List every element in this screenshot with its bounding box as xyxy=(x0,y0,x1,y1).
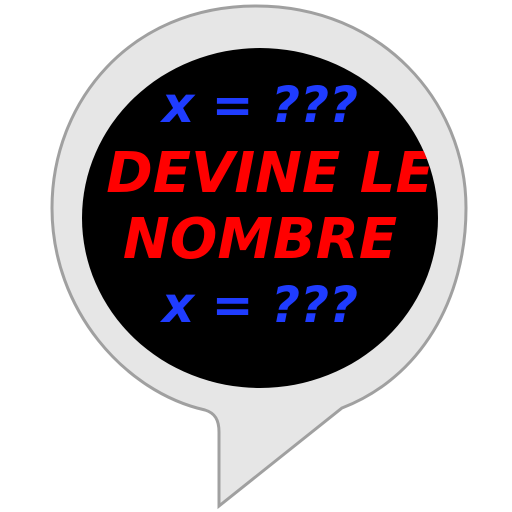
title-line-2: NOMBRE xyxy=(122,207,398,272)
top-equation-text: x = ??? xyxy=(162,76,358,134)
black-circle-panel: x = ??? DEVINE LE NOMBRE x = ??? xyxy=(82,48,438,388)
skill-icon: x = ??? DEVINE LE NOMBRE x = ??? xyxy=(0,0,512,512)
title-line-1: DEVINE LE xyxy=(106,141,434,206)
bottom-equation-text: x = ??? xyxy=(162,276,358,334)
